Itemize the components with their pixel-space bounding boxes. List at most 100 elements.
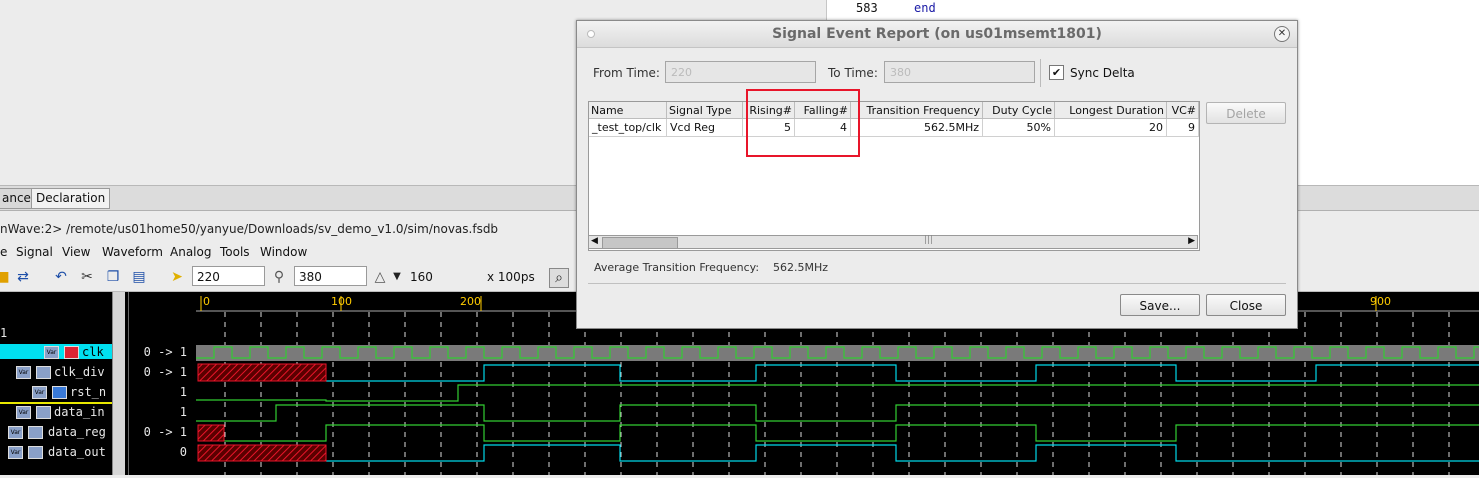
table-horizontal-scrollbar[interactable]: ◀ ||| ▶ [588,235,1198,249]
var-badge-icon: Var [44,346,59,359]
signal-name[interactable]: data_out [48,445,106,459]
delete-button[interactable]: Delete [1206,102,1286,124]
var-badge-icon: Var [32,386,47,399]
unknown-region [197,363,327,382]
signal-name[interactable]: rst_n [70,385,106,399]
var-badge-icon: Var [16,366,31,379]
sync-delta-label: Sync Delta [1070,66,1135,80]
value-pane: 0 -> 1 0 -> 1 1 1 0 -> 1 0 [128,292,197,475]
scroll-right-icon[interactable]: ▶ [1188,236,1195,246]
data-reg-wave [224,424,1479,442]
event-table[interactable]: Name Signal Type Rising# Falling# Transi… [588,101,1200,251]
signal-event-report-dialog: Signal Event Report (on us01msemt1801) ✕… [576,20,1298,329]
to-time-field[interactable]: 380 [884,61,1035,83]
cursor-time-input[interactable]: 220 [192,266,265,286]
unknown-region [197,444,327,462]
signal-value: 1 [179,385,187,399]
menu-waveform[interactable]: Waveform [102,242,163,262]
cell-duty-cycle[interactable]: 50% [983,119,1055,137]
highlight-annotation [746,89,860,157]
window-menu-icon[interactable] [587,30,595,38]
from-time-label: From Time: [593,66,660,80]
var-badge-icon: Var [16,406,31,419]
signal-value: 0 -> 1 [143,425,187,439]
clk-div-wave [326,364,1479,382]
var-badge-icon: Var [8,426,23,439]
cell-longest-duration[interactable]: 20 [1055,119,1167,137]
copy-icon[interactable]: ❐ [104,268,122,286]
grip-icon: ||| [924,235,934,245]
group-index: 1 [0,326,8,340]
col-header-signal-type[interactable]: Signal Type [667,102,743,119]
avg-frequency-value: 562.5MHz [773,261,829,274]
time-units: x 100ps [487,270,535,284]
code-line: end [914,1,936,15]
cell-signal-type[interactable]: Vcd Reg [667,119,743,137]
menu-view[interactable]: View [62,242,90,262]
ruler-label: 200 [460,295,481,308]
cut-icon[interactable]: ✂ [78,268,96,286]
dropdown-icon[interactable]: ▼ [388,268,406,286]
zoom-icon[interactable]: ⌕ [549,268,569,288]
col-header-duty-cycle[interactable]: Duty Cycle [983,102,1055,119]
undo-icon[interactable]: ↶ [52,268,70,286]
avg-frequency-label: Average Transition Frequency: [594,261,760,274]
to-time-label: To Time: [828,66,878,80]
delta-icon: △ [374,269,386,285]
ruler-label: 100 [331,295,352,308]
insert-marker [0,402,112,404]
col-header-transition-frequency[interactable]: Transition Frequency [851,102,983,119]
col-header-vc[interactable]: VC# [1167,102,1199,119]
signal-list-pane[interactable]: 1 Var clk Var clk_div Var rst_n Var data… [0,292,128,475]
cell-transition-frequency[interactable]: 562.5MHz [851,119,983,137]
menu-analog[interactable]: Analog [170,242,211,262]
signal-type-icon [28,446,43,459]
var-badge-icon: Var [8,446,23,459]
unknown-region [197,424,225,442]
cursor-icon[interactable]: ➤ [168,268,186,286]
menu-signal[interactable]: Signal [16,242,53,262]
delta-value: 160 [410,270,433,284]
tab-declaration[interactable]: Declaration [31,188,111,209]
paste-icon[interactable]: ▤ [130,268,148,286]
save-button[interactable]: Save... [1120,294,1200,316]
close-icon[interactable]: ✕ [1274,26,1290,42]
close-button[interactable]: Close [1206,294,1286,316]
ruler-label: 900 [1370,295,1391,308]
col-header-longest-duration[interactable]: Longest Duration [1055,102,1167,119]
signal-name[interactable]: data_reg [48,425,106,439]
signal-type-icon [28,426,43,439]
signal-name[interactable]: clk [82,345,104,359]
signal-value: 0 [179,445,187,459]
menu-window[interactable]: Window [260,242,307,262]
marker-time-input[interactable]: 380 [294,266,367,286]
menu-tools[interactable]: Tools [220,242,250,262]
signal-name[interactable]: data_in [54,405,105,419]
cell-vc[interactable]: 9 [1167,119,1199,137]
signal-name[interactable]: clk_div [54,365,105,379]
signal-type-icon [52,386,67,399]
signal-value: 0 -> 1 [143,365,187,379]
signal-value: 0 -> 1 [143,345,187,359]
from-time-field[interactable]: 220 [665,61,816,83]
folder-icon[interactable]: ■ [0,268,12,286]
line-number: 583 [856,1,878,15]
data-out-wave [326,444,1479,462]
dialog-title: Signal Event Report (on us01msemt1801) [577,21,1297,48]
signal-pane-scrollbar[interactable] [112,292,125,475]
scroll-left-icon[interactable]: ◀ [591,236,598,246]
menu-file[interactable]: e [0,242,7,262]
separator [588,283,1286,284]
sync-delta-checkbox[interactable]: ✔ [1049,65,1064,80]
scroll-thumb[interactable] [602,237,678,249]
separator [1040,59,1041,87]
signal-type-icon [64,346,79,359]
ruler-label: 0 [203,295,210,308]
signal-type-icon [36,366,51,379]
cell-name[interactable]: _test_top/clk [589,119,667,137]
marker-icon[interactable]: ⚲ [270,268,288,286]
refresh-icon[interactable]: ⇄ [14,268,32,286]
signal-type-icon [36,406,51,419]
signal-value: 1 [179,405,187,419]
col-header-name[interactable]: Name [589,102,667,119]
